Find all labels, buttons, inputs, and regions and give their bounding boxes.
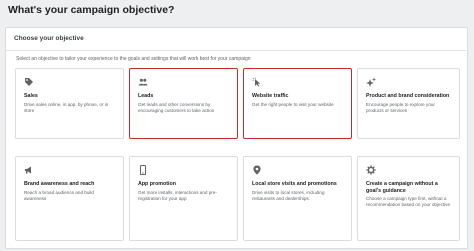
objective-description: Drive sales online, in app, by phone, or… [24,101,109,113]
phone-icon [138,165,148,175]
objective-card-leads[interactable]: Leads Get leads and other conversions by… [129,68,238,139]
campaign-objective-page: What's your campaign objective? Choose y… [0,0,474,251]
panel-heading: Choose your objective [14,35,84,42]
objective-description: Get more installs, interactions and pre-… [138,189,217,201]
objective-card-app-promotion[interactable]: App promotion Get more installs, interac… [129,156,238,241]
megaphone-icon [24,165,34,175]
objective-card-local-store-visits[interactable]: Local store visits and promotions Drive … [243,156,352,241]
sparkle-icon [366,77,376,87]
objective-description: Reach a broad audience and build awarene… [24,189,94,201]
objective-title: Brand awareness and reach [24,181,95,187]
objective-card-product-brand-consideration[interactable]: Product and brand consideration Encourag… [357,68,460,139]
objective-title: Website traffic [252,93,289,99]
panel-divider [6,50,467,51]
objective-card-sales[interactable]: Sales Drive sales online, in app, by pho… [15,68,124,139]
tag-icon [24,77,34,87]
panel-instructions: Select an objective to tailor your exper… [16,56,251,62]
objective-title: Leads [138,93,154,99]
objective-title: App promotion [138,181,176,187]
objective-title: Create a campaign without a goal's guida… [366,181,438,194]
objective-title: Product and brand consideration [366,93,450,99]
gear-icon [366,165,376,175]
objective-description: Choose a campaign type first, without a … [366,196,451,208]
objective-title: Sales [24,93,38,99]
objective-card-brand-awareness[interactable]: Brand awareness and reach Reach a broad … [15,156,124,241]
cursor-click-icon [252,77,262,87]
objective-description: Drive visits to local stores, including … [252,189,325,201]
location-pin-icon [252,165,262,175]
objective-description: Get the right people to visit your websi… [252,101,334,107]
objective-panel: Choose your objective Select an objectiv… [5,27,468,249]
objective-title: Local store visits and promotions [252,181,337,187]
objective-card-website-traffic[interactable]: Website traffic Get the right people to … [243,68,352,139]
objective-card-no-goal-guidance[interactable]: Create a campaign without a goal's guida… [357,156,460,241]
objective-description: Encourage people to explore your product… [366,101,435,113]
objective-description: Get leads and other conversions by encou… [138,101,215,113]
people-icon [138,77,148,87]
page-title: What's your campaign objective? [8,4,175,16]
